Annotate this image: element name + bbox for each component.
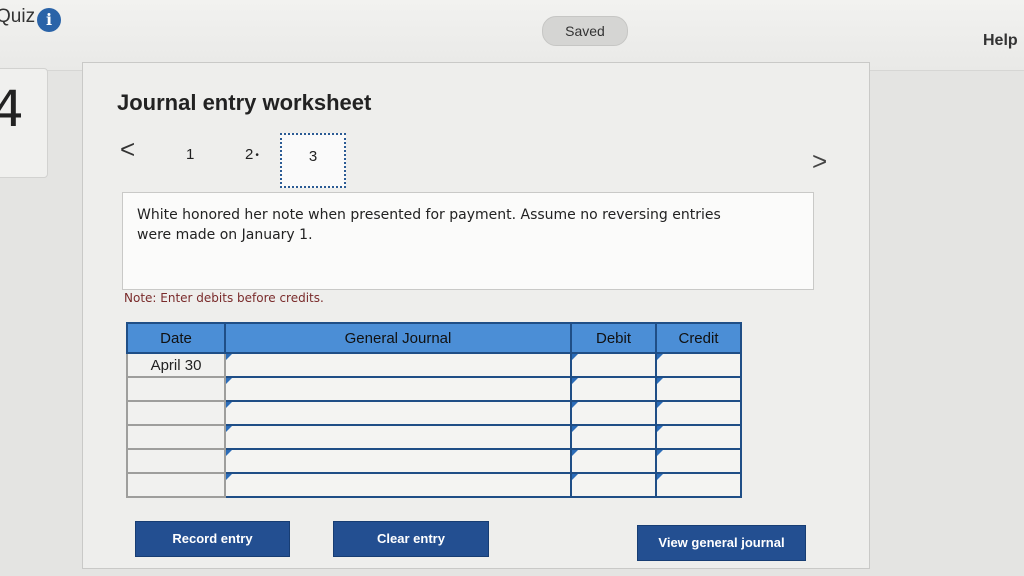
worksheet-title: Journal entry worksheet: [117, 90, 372, 115]
date-cell: [126, 472, 226, 498]
tab-1[interactable]: 1: [186, 146, 194, 163]
table-row: [126, 424, 742, 450]
journal-header-row: Date General Journal Debit Credit: [126, 322, 742, 354]
help-link[interactable]: Help: [983, 32, 1018, 50]
account-input[interactable]: [224, 376, 572, 402]
date-header: Date: [126, 322, 226, 354]
date-cell: [126, 376, 226, 402]
credit-input[interactable]: [655, 448, 742, 474]
credit-header: Credit: [655, 322, 742, 354]
tab-3-active[interactable]: 3: [280, 133, 346, 188]
account-input[interactable]: [224, 400, 572, 426]
table-row: [126, 376, 742, 402]
tab-2[interactable]: 2 •: [245, 146, 259, 163]
record-entry-button[interactable]: Record entry: [135, 521, 290, 557]
debit-input[interactable]: [570, 424, 657, 450]
credit-input[interactable]: [655, 376, 742, 402]
top-bar: Quiz i Saved Help: [0, 0, 1024, 71]
table-row: [126, 400, 742, 426]
credit-input[interactable]: [655, 424, 742, 450]
debit-header: Debit: [570, 322, 657, 354]
account-input[interactable]: [224, 472, 572, 498]
info-icon[interactable]: i: [37, 8, 61, 32]
debit-input[interactable]: [570, 448, 657, 474]
table-row: [126, 448, 742, 474]
credit-input[interactable]: [655, 472, 742, 498]
view-general-journal-button[interactable]: View general journal: [637, 525, 806, 561]
saved-status-badge: Saved: [542, 16, 628, 46]
debit-input[interactable]: [570, 352, 657, 378]
date-cell: [126, 400, 226, 426]
account-input[interactable]: [224, 424, 572, 450]
journal-table: Date General Journal Debit Credit April …: [126, 322, 742, 498]
prompt-text: White honored her note when presented fo…: [137, 207, 721, 243]
next-chevron-icon[interactable]: >: [812, 148, 827, 174]
prompt-box: White honored her note when presented fo…: [122, 192, 814, 290]
date-cell: April 30: [126, 352, 226, 378]
debit-input[interactable]: [570, 376, 657, 402]
question-number: 4: [0, 80, 24, 138]
quiz-title: Quiz: [0, 6, 36, 27]
tab-2-label: 2: [245, 146, 254, 163]
debit-input[interactable]: [570, 400, 657, 426]
general-journal-header: General Journal: [224, 322, 572, 354]
tab-1-label: 1: [186, 146, 195, 163]
credit-input[interactable]: [655, 400, 742, 426]
account-input[interactable]: [224, 448, 572, 474]
tab-2-marker: •: [255, 149, 259, 161]
tab-3-label: 3: [308, 148, 318, 165]
debit-input[interactable]: [570, 472, 657, 498]
table-row: April 30: [126, 352, 742, 378]
prev-chevron-icon[interactable]: <: [120, 136, 135, 162]
clear-entry-button[interactable]: Clear entry: [333, 521, 489, 557]
account-input[interactable]: [224, 352, 572, 378]
credit-input[interactable]: [655, 352, 742, 378]
table-row: [126, 472, 742, 498]
note-text: Note: Enter debits before credits.: [124, 291, 324, 305]
date-cell: [126, 448, 226, 474]
date-cell: [126, 424, 226, 450]
